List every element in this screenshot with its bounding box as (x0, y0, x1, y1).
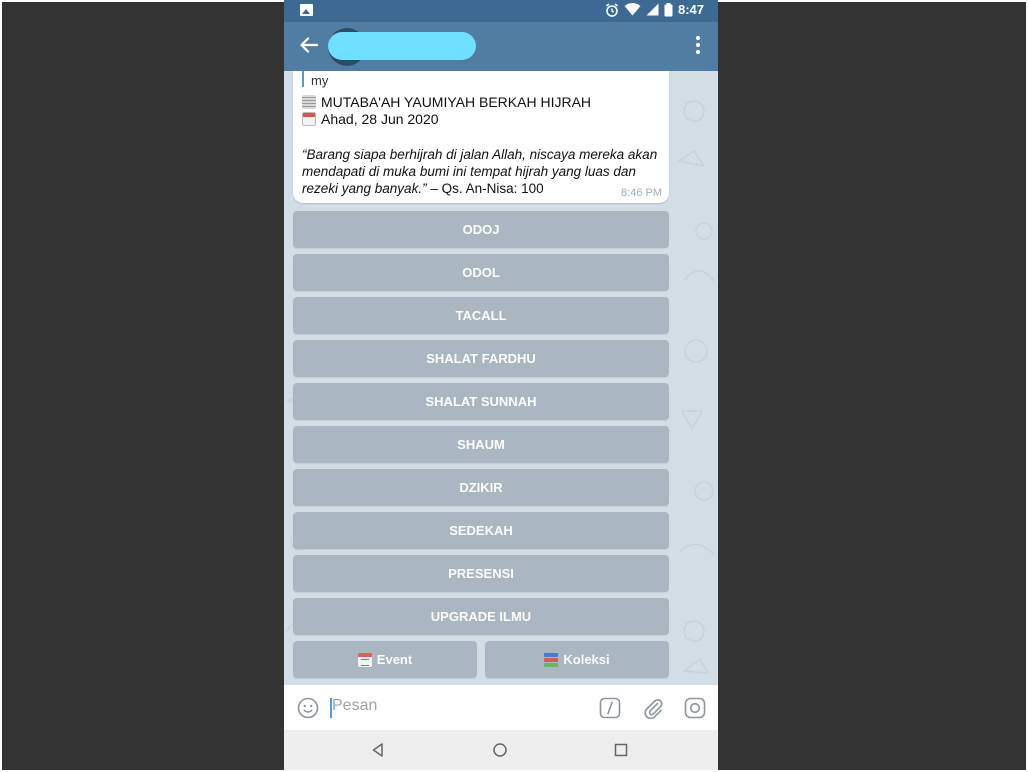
message-title: MUTABA'AH YAUMIYAH BERKAH HIJRAH (321, 94, 592, 110)
quote-reference: – Qs. An-Nisa: 100 (426, 181, 544, 196)
keyboard-button-sedekah[interactable]: SEDEKAH (293, 512, 669, 549)
message-date-row: Ahad, 28 Jun 2020 (302, 111, 439, 127)
status-time: 8:47 (677, 2, 704, 17)
image-icon (300, 4, 313, 16)
signal-icon (646, 3, 659, 16)
keyboard-button-shaum[interactable]: SHAUM (293, 426, 669, 463)
wifi-icon (624, 3, 641, 16)
keyboard-button-upgrade-ilmu[interactable]: UPGRADE ILMU (293, 598, 669, 635)
arrow-left-icon[interactable] (298, 34, 320, 56)
reply-bar (302, 71, 304, 87)
button-label: ODOL (462, 265, 500, 280)
button-label: SHAUM (457, 437, 505, 452)
message-quote: “Barang siapa berhijrah di jalan Allah, … (302, 146, 662, 197)
keyboard-button-tacall[interactable]: TACALL (293, 297, 669, 334)
alarm-icon (606, 2, 618, 17)
calendar-icon (302, 112, 316, 126)
books-icon (544, 652, 559, 667)
keyboard-button-odoj[interactable]: ODOJ (293, 211, 669, 248)
button-label: DZIKIR (459, 480, 503, 495)
button-label: SHALAT SUNNAH (425, 394, 537, 409)
button-label: UPGRADE ILMU (430, 609, 532, 624)
message-bubble[interactable]: my MUTABA'AH YAUMIYAH BERKAH HIJRAH Ahad… (293, 71, 669, 203)
button-label: ODOJ (462, 222, 500, 237)
keyboard-button-koleksi[interactable]: Koleksi (485, 641, 669, 678)
instagram-camera-icon[interactable] (684, 697, 706, 719)
button-label: Event (376, 652, 413, 667)
ledger-icon (302, 95, 316, 109)
chat-header (284, 22, 718, 71)
phone-screen: 8:47 my MUTABA'AH YAUMIYAH BERKAH HIJRAH… (284, 0, 718, 770)
status-bar: 8:47 (284, 0, 718, 22)
keyboard-button-shalat-sunnah[interactable]: SHALAT SUNNAH (293, 383, 669, 420)
chat-area[interactable]: my MUTABA'AH YAUMIYAH BERKAH HIJRAH Ahad… (284, 71, 718, 685)
status-icons: 8:47 (605, 2, 704, 17)
message-input-bar (284, 685, 718, 730)
keyboard-button-presensi[interactable]: PRESENSI (293, 555, 669, 592)
button-label: Koleksi (563, 652, 610, 667)
reply-preview: my (311, 73, 329, 88)
message-title-row: MUTABA'AH YAUMIYAH BERKAH HIJRAH (302, 94, 591, 110)
nav-back-icon[interactable] (370, 742, 386, 758)
message-date: Ahad, 28 Jun 2020 (321, 111, 439, 127)
navigation-bar (284, 730, 718, 770)
bot-command-icon[interactable] (599, 697, 621, 719)
keyboard-button-shalat-fardhu[interactable]: SHALAT FARDHU (293, 340, 669, 377)
button-label: TACALL (455, 308, 507, 323)
nav-home-icon[interactable] (492, 742, 508, 758)
nav-recents-icon[interactable] (614, 743, 628, 757)
emoji-icon[interactable] (297, 697, 319, 719)
keyboard-button-event[interactable]: Event (293, 641, 477, 678)
keyboard-button-dzikir[interactable]: DZIKIR (293, 469, 669, 506)
more-vertical-icon[interactable] (692, 36, 704, 58)
keyboard-button-odol[interactable]: ODOL (293, 254, 669, 291)
button-label: SEDEKAH (449, 523, 513, 538)
paperclip-icon[interactable] (642, 697, 664, 719)
battery-icon (664, 2, 673, 16)
button-label: SHALAT FARDHU (426, 351, 536, 366)
button-label: PRESENSI (448, 566, 514, 581)
calendar-icon (357, 652, 372, 667)
message-input[interactable] (332, 697, 532, 715)
chat-title-redacted[interactable] (328, 32, 476, 60)
message-time: 8:46 PM (621, 187, 662, 199)
